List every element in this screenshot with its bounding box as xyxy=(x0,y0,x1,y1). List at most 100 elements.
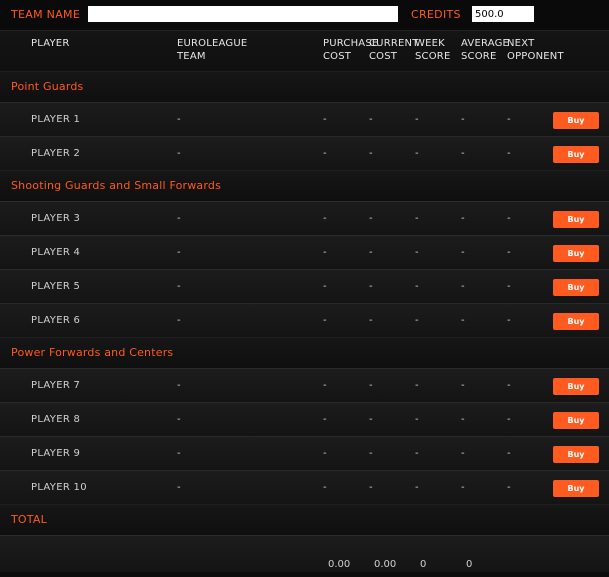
table-row: PLAYER 7 - - - - - - Buy xyxy=(0,368,609,402)
table-row: PLAYER 10 - - - - - - Buy xyxy=(0,470,609,504)
current-cost-cell: - xyxy=(369,448,373,459)
col-average-score: AVERAGE SCORE xyxy=(461,38,510,62)
week-score-cell: - xyxy=(415,281,419,292)
player-name: PLAYER 4 xyxy=(31,247,81,258)
week-score-cell: - xyxy=(415,380,419,391)
player-name: PLAYER 3 xyxy=(31,213,81,224)
next-opponent-cell: - xyxy=(507,247,511,258)
buy-button[interactable]: Buy xyxy=(553,412,599,429)
buy-button[interactable]: Buy xyxy=(553,211,599,228)
team-cell: - xyxy=(177,114,181,125)
buy-button[interactable]: Buy xyxy=(553,378,599,395)
week-score-cell: - xyxy=(415,213,419,224)
average-score-cell: - xyxy=(461,281,465,292)
team-cell: - xyxy=(177,281,181,292)
buy-button[interactable]: Buy xyxy=(553,446,599,463)
week-score-cell: - xyxy=(415,414,419,425)
section-header: Shooting Guards and Small Forwards xyxy=(0,170,609,201)
section-title: Point Guards xyxy=(11,80,84,93)
buy-button[interactable]: Buy xyxy=(553,245,599,262)
total-row: 0.00 0.00 0 0 xyxy=(0,535,609,572)
next-opponent-cell: - xyxy=(507,213,511,224)
table-row: PLAYER 9 - - - - - - Buy xyxy=(0,436,609,470)
total-label: TOTAL xyxy=(11,513,47,526)
week-score-cell: - xyxy=(415,315,419,326)
average-score-cell: - xyxy=(461,114,465,125)
col-week-score: WEEK SCORE xyxy=(415,38,451,62)
section-title: Power Forwards and Centers xyxy=(11,346,174,359)
average-score-cell: - xyxy=(461,380,465,391)
purchase-cost-cell: - xyxy=(323,380,327,391)
purchase-cost-cell: - xyxy=(323,114,327,125)
average-score-cell: - xyxy=(461,482,465,493)
total-average-score: 0 xyxy=(466,559,473,570)
next-opponent-cell: - xyxy=(507,315,511,326)
table-row: PLAYER 3 - - - - - - Buy xyxy=(0,201,609,235)
player-name: PLAYER 9 xyxy=(31,448,81,459)
table-row: PLAYER 1 - - - - - - Buy xyxy=(0,102,609,136)
average-score-cell: - xyxy=(461,315,465,326)
section-header: Power Forwards and Centers xyxy=(0,337,609,368)
team-cell: - xyxy=(177,148,181,159)
next-opponent-cell: - xyxy=(507,414,511,425)
table-row: PLAYER 6 - - - - - - Buy xyxy=(0,303,609,337)
topbar: TEAM NAME CREDITS xyxy=(0,0,609,30)
total-section-header: TOTAL xyxy=(0,504,609,535)
purchase-cost-cell: - xyxy=(323,247,327,258)
player-name: PLAYER 5 xyxy=(31,281,81,292)
player-name: PLAYER 2 xyxy=(31,148,81,159)
buy-button[interactable]: Buy xyxy=(553,112,599,129)
section-title: Shooting Guards and Small Forwards xyxy=(11,179,222,192)
next-opponent-cell: - xyxy=(507,448,511,459)
average-score-cell: - xyxy=(461,448,465,459)
col-player: PLAYER xyxy=(31,38,70,49)
purchase-cost-cell: - xyxy=(323,315,327,326)
next-opponent-cell: - xyxy=(507,148,511,159)
current-cost-cell: - xyxy=(369,148,373,159)
team-cell: - xyxy=(177,380,181,391)
week-score-cell: - xyxy=(415,448,419,459)
purchase-cost-cell: - xyxy=(323,482,327,493)
col-next-opponent: NEXT OPPONENT xyxy=(507,38,564,62)
next-opponent-cell: - xyxy=(507,380,511,391)
current-cost-cell: - xyxy=(369,281,373,292)
current-cost-cell: - xyxy=(369,213,373,224)
total-purchase-cost: 0.00 xyxy=(328,559,351,570)
player-name: PLAYER 10 xyxy=(31,482,87,493)
buy-button[interactable]: Buy xyxy=(553,313,599,330)
team-cell: - xyxy=(177,482,181,493)
buy-button[interactable]: Buy xyxy=(553,480,599,497)
purchase-cost-cell: - xyxy=(323,448,327,459)
team-cell: - xyxy=(177,213,181,224)
player-name: PLAYER 7 xyxy=(31,380,81,391)
average-score-cell: - xyxy=(461,414,465,425)
current-cost-cell: - xyxy=(369,414,373,425)
week-score-cell: - xyxy=(415,148,419,159)
week-score-cell: - xyxy=(415,114,419,125)
average-score-cell: - xyxy=(461,148,465,159)
col-current-cost: CURRENT COST xyxy=(369,38,419,62)
table-row: PLAYER 5 - - - - - - Buy xyxy=(0,269,609,303)
current-cost-cell: - xyxy=(369,315,373,326)
player-name: PLAYER 8 xyxy=(31,414,81,425)
team-cell: - xyxy=(177,247,181,258)
next-opponent-cell: - xyxy=(507,482,511,493)
average-score-cell: - xyxy=(461,247,465,258)
player-name: PLAYER 6 xyxy=(31,315,81,326)
buy-button[interactable]: Buy xyxy=(553,146,599,163)
team-cell: - xyxy=(177,315,181,326)
table-row: PLAYER 4 - - - - - - Buy xyxy=(0,235,609,269)
purchase-cost-cell: - xyxy=(323,213,327,224)
current-cost-cell: - xyxy=(369,482,373,493)
table-row: PLAYER 2 - - - - - - Buy xyxy=(0,136,609,170)
player-name: PLAYER 1 xyxy=(31,114,81,125)
current-cost-cell: - xyxy=(369,380,373,391)
week-score-cell: - xyxy=(415,482,419,493)
buy-button[interactable]: Buy xyxy=(553,279,599,296)
purchase-cost-cell: - xyxy=(323,414,327,425)
credits-field[interactable] xyxy=(472,6,534,22)
current-cost-cell: - xyxy=(369,114,373,125)
team-name-input[interactable] xyxy=(88,6,398,22)
table-header: PLAYER EUROLEAGUE TEAM PURCHASE COST CURRE… xyxy=(0,30,609,71)
team-cell: - xyxy=(177,414,181,425)
